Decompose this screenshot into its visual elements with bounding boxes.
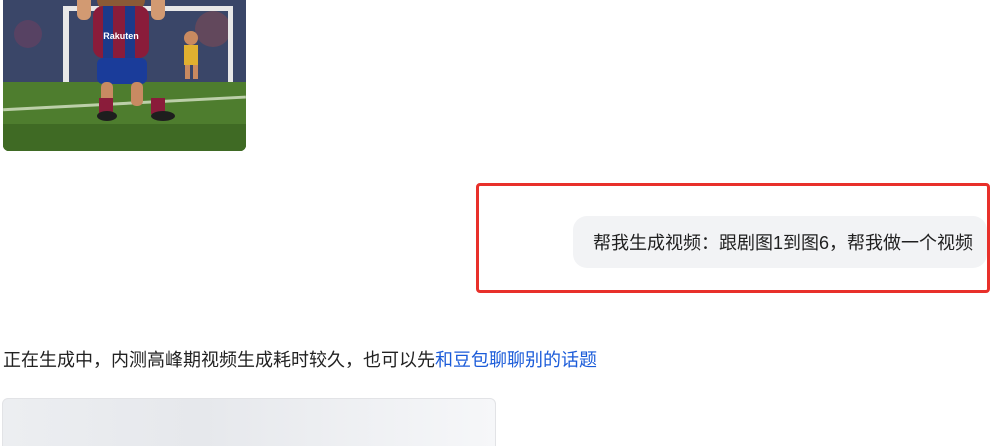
assistant-status-message: 正在生成中，内测高峰期视频生成耗时较久，也可以先和豆包聊聊别的话题 xyxy=(3,346,597,372)
video-loading-placeholder xyxy=(2,398,496,446)
assistant-status-text: 正在生成中，内测高峰期视频生成耗时较久，也可以先 xyxy=(3,350,435,370)
chat-other-topics-link[interactable]: 和豆包聊聊别的话题 xyxy=(435,350,597,370)
user-message-bubble: 帮我生成视频：跟剧图1到图6，帮我做一个视频 xyxy=(572,216,987,268)
chat-page: Rakuten 帮我生成视频：跟剧图1到图6，帮我做一个视频 正在生成中，内测高… xyxy=(0,0,995,446)
user-message-text: 帮我生成视频：跟剧图1到图6，帮我做一个视频 xyxy=(592,233,973,253)
generated-image[interactable]: Rakuten xyxy=(3,0,246,151)
soccer-player-illustration: Rakuten xyxy=(3,0,246,151)
jersey-sponsor-text: Rakuten xyxy=(103,31,139,41)
